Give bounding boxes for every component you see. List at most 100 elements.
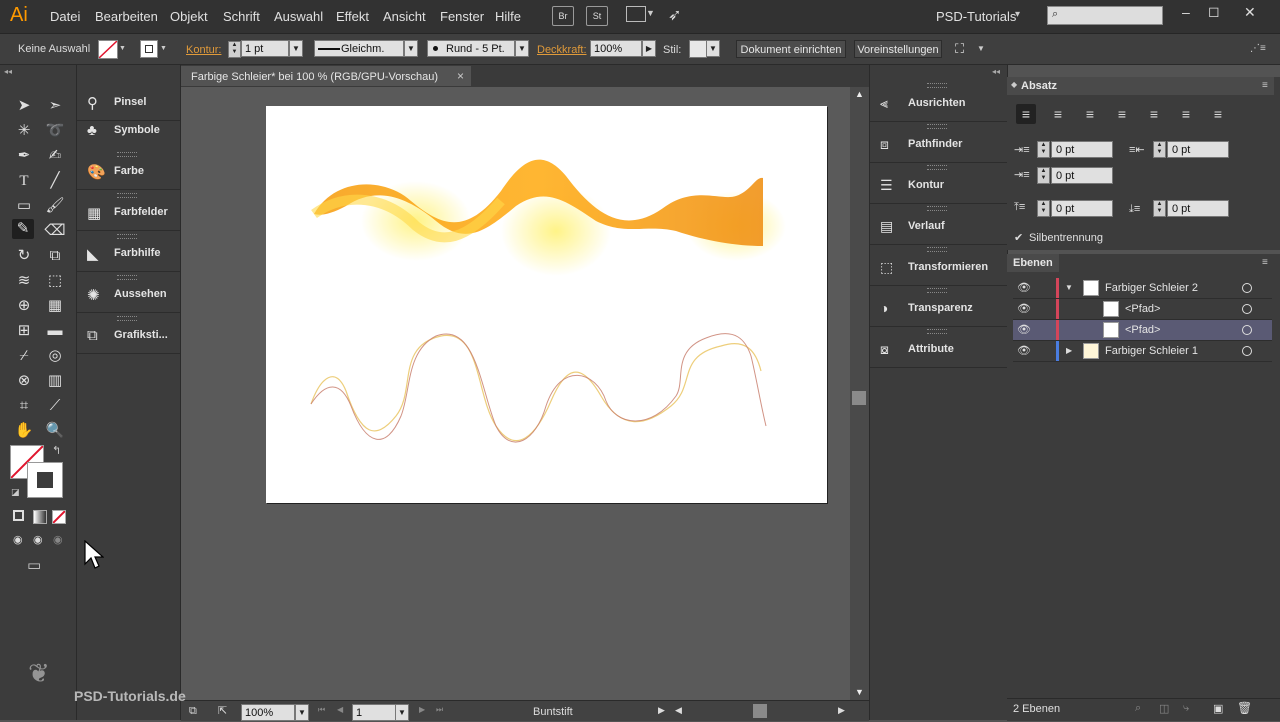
panel-grip[interactable]	[117, 316, 137, 321]
kontur-stepper[interactable]: ▲ ▼	[228, 41, 241, 58]
panel-grip[interactable]	[927, 288, 947, 293]
gradient-mode-icon[interactable]	[33, 510, 47, 524]
delete-layer-icon[interactable]: 🗑	[1237, 701, 1252, 715]
kontur-dropdown[interactable]: ▼	[289, 40, 303, 57]
scroll-up-icon[interactable]: ▲	[855, 89, 864, 99]
left-indent-field[interactable]: 0 pt	[1051, 141, 1113, 158]
collapse-dock-icon[interactable]: ◂◂	[992, 67, 1000, 76]
justify-right-icon[interactable]: ≡	[1176, 104, 1196, 124]
direct-selection-tool-icon[interactable]: ➣	[44, 96, 66, 116]
layer-name[interactable]: <Pfad>	[1125, 303, 1160, 315]
brush-dropdown[interactable]: ▼	[515, 40, 529, 57]
menu-hilfe[interactable]: Hilfe	[495, 9, 521, 24]
first-line-indent-stepper[interactable]: ▲ ▼	[1037, 167, 1050, 184]
slice-tool-icon[interactable]: ⟋	[44, 396, 66, 416]
blend-tool-icon[interactable]: ◎	[44, 346, 66, 366]
close-tab-icon[interactable]: ×	[457, 69, 464, 83]
right-indent-field[interactable]: 0 pt	[1167, 141, 1229, 158]
layer-name[interactable]: <Pfad>	[1125, 324, 1160, 336]
none-mode-icon[interactable]	[52, 510, 66, 524]
stock-button[interactable]: St	[586, 6, 608, 26]
screen-mode-icon[interactable]: ▭	[27, 556, 41, 574]
paintbrush-tool-icon[interactable]: 🖌	[44, 196, 66, 216]
red-path[interactable]	[310, 333, 767, 443]
make-clipping-mask-icon[interactable]: ◫	[1159, 702, 1169, 715]
justify-all-icon[interactable]: ≡	[1208, 104, 1228, 124]
panel-pathfinder[interactable]: ⧈ Pathfinder	[870, 121, 1007, 163]
panel-grip[interactable]	[927, 83, 947, 88]
draw-behind-icon[interactable]: ◉	[33, 533, 43, 546]
hyphenation-checkbox[interactable]: ✔	[1014, 231, 1023, 244]
lasso-tool-icon[interactable]: ➰	[44, 121, 66, 141]
panel-grip[interactable]	[117, 275, 137, 280]
expand-triangle-icon[interactable]: ▼	[1065, 283, 1073, 292]
artboard-tool-icon[interactable]: ⌗	[13, 396, 35, 416]
pen-tool-icon[interactable]: ✒	[13, 146, 35, 166]
artboard-nav-icon[interactable]: ⧉	[189, 705, 197, 718]
layer-target-icon[interactable]	[1242, 325, 1252, 335]
artboard-dropdown[interactable]: ▼	[395, 704, 409, 721]
scale-tool-icon[interactable]: ⧉	[44, 246, 66, 266]
layers-menu-icon[interactable]: ≡	[1262, 257, 1268, 268]
isolate-icon[interactable]: ⛶	[955, 41, 964, 57]
scroll-right-icon[interactable]: ▶	[838, 705, 845, 716]
horizontal-scroll-thumb[interactable]	[753, 704, 767, 718]
panel-grip[interactable]	[927, 165, 947, 170]
panel-farbfelder[interactable]: ▦ Farbfelder	[77, 190, 180, 231]
zoom-tool-icon[interactable]: 🔍	[44, 421, 66, 441]
color-mode-icon[interactable]	[13, 510, 24, 521]
visibility-eye-icon[interactable]: 👁	[1017, 302, 1031, 315]
pencil-tool-icon[interactable]: ✎	[12, 219, 34, 239]
draw-inside-icon[interactable]: ◉	[53, 533, 63, 546]
zoom-dropdown[interactable]: ▼	[295, 704, 309, 721]
panel-attribute[interactable]: ⧇ Attribute	[870, 326, 1007, 368]
workspace-chevron-icon[interactable]: ▾	[1015, 9, 1020, 20]
menu-ansicht[interactable]: Ansicht	[383, 9, 426, 24]
new-sublayer-icon[interactable]: ⤷	[1183, 702, 1189, 715]
stroke-chevron-icon[interactable]: ▼	[160, 45, 167, 52]
eyedropper-tool-icon[interactable]: ⌿	[13, 346, 35, 366]
draw-normal-icon[interactable]: ◉	[13, 533, 23, 546]
align-center-icon[interactable]: ≡	[1048, 104, 1068, 124]
minimize-button[interactable]: –	[1182, 4, 1190, 20]
type-tool-icon[interactable]: T	[13, 171, 35, 191]
opacity-arrow[interactable]: ▶	[642, 40, 656, 57]
opacity-field[interactable]: 100%	[590, 40, 642, 57]
layer-target-icon[interactable]	[1242, 304, 1252, 314]
panel-farbhilfe[interactable]: ◣ Farbhilfe	[77, 231, 180, 272]
menu-datei[interactable]: Datei	[50, 9, 80, 24]
brush-definition-select[interactable]: Rund - 5 Pt.	[427, 40, 515, 57]
visibility-eye-icon[interactable]: 👁	[1017, 323, 1031, 336]
layer-target-icon[interactable]	[1242, 346, 1252, 356]
symbol-sprayer-tool-icon[interactable]: ⊗	[13, 371, 35, 391]
collapse-tools-icon[interactable]: ◂◂	[4, 67, 12, 76]
justify-center-icon[interactable]: ≡	[1144, 104, 1164, 124]
menu-objekt[interactable]: Objekt	[170, 9, 208, 24]
zoom-field[interactable]: 100%	[241, 704, 295, 721]
rectangle-tool-icon[interactable]: ▭	[13, 196, 35, 216]
fill-swatch[interactable]	[98, 40, 118, 59]
panel-verlauf[interactable]: ▤ Verlauf	[870, 203, 1007, 245]
panel-grip[interactable]	[117, 234, 137, 239]
panel-aussehen[interactable]: ✺ Aussehen	[77, 272, 180, 313]
right-indent-stepper[interactable]: ▲ ▼	[1153, 141, 1166, 158]
scroll-thumb[interactable]	[852, 391, 866, 405]
justify-left-icon[interactable]: ≡	[1112, 104, 1132, 124]
close-window-button[interactable]: ✕	[1244, 4, 1256, 21]
bridge-button[interactable]: Br	[552, 6, 574, 26]
stroke-color-box[interactable]	[27, 462, 63, 498]
panel-farbe[interactable]: 🎨 Farbe	[77, 149, 180, 190]
panel-symbole[interactable]: ♣ Symbole	[77, 108, 180, 148]
gradient-tool-icon[interactable]: ▬	[44, 321, 66, 341]
hand-tool-icon[interactable]: ✋	[13, 421, 35, 441]
locate-object-icon[interactable]: ⌕	[1135, 702, 1141, 715]
gpu-performance-icon[interactable]: ➶	[668, 5, 681, 25]
layer-target-icon[interactable]	[1242, 283, 1252, 293]
panel-grip[interactable]	[927, 206, 947, 211]
panel-grip[interactable]	[117, 152, 137, 157]
fill-chevron-icon[interactable]: ▼	[119, 45, 126, 52]
column-graph-tool-icon[interactable]: ▥	[44, 371, 66, 391]
layer-name[interactable]: Farbiger Schleier 2	[1105, 282, 1198, 294]
layer-row[interactable]: 👁 ▼ Farbiger Schleier 2	[1013, 278, 1272, 299]
left-indent-stepper[interactable]: ▲ ▼	[1037, 141, 1050, 158]
